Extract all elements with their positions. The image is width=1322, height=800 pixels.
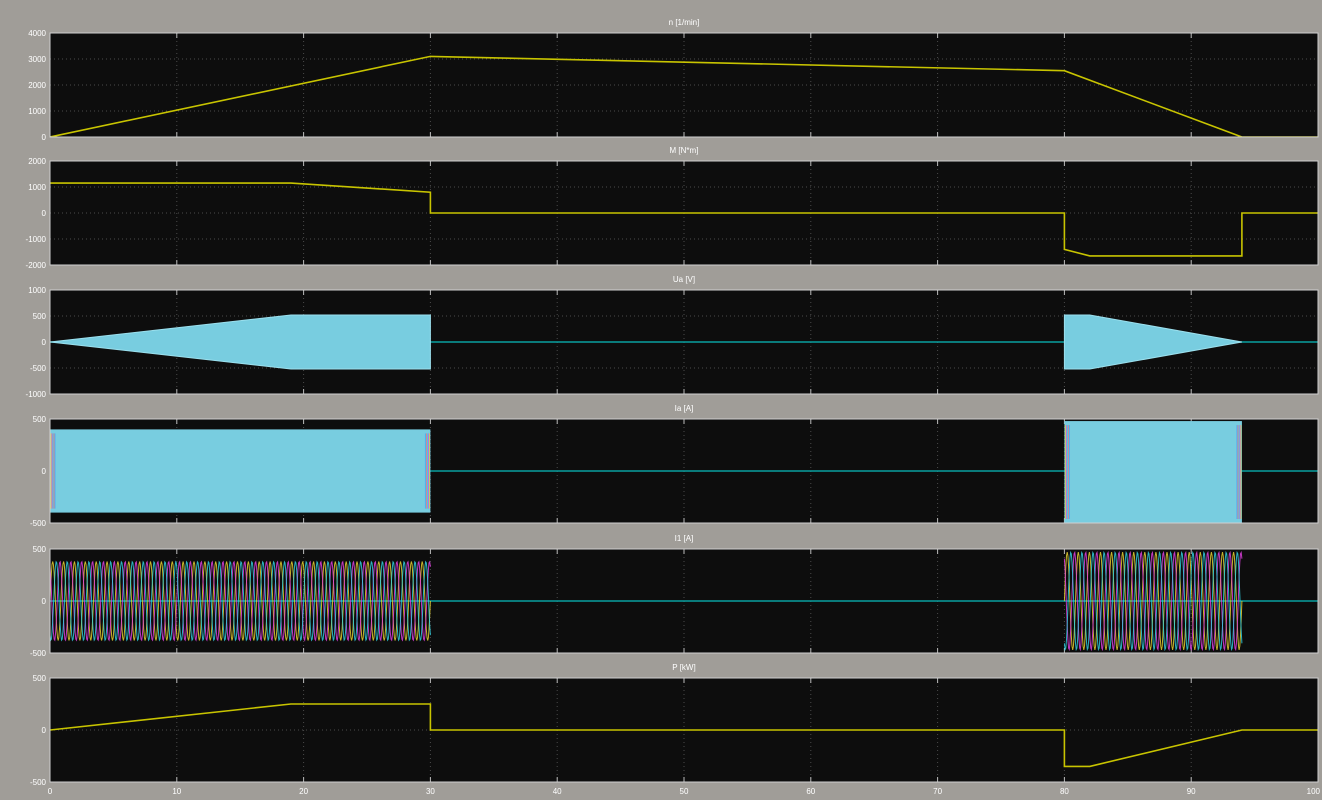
x-axis: 0 10 20 30 40 50 60 70 80 90 100 <box>48 787 1321 796</box>
y-tick-label: 4000 <box>28 29 46 38</box>
subplot-title: Ua [V] <box>673 275 695 284</box>
y-tick-label: 500 <box>33 545 47 554</box>
subplot-title: P [kW] <box>672 663 695 672</box>
y-tick-label: 0 <box>42 209 47 218</box>
y-tick-label: -500 <box>30 649 47 658</box>
current-band <box>50 429 431 513</box>
subplot-2: M [N*m] 2000 1000 0 -1000 -2000 <box>26 146 1319 270</box>
subplot-1: n [1/min] 4000 3000 2000 1000 0 <box>28 18 1319 142</box>
y-tick-label: 2000 <box>28 157 46 166</box>
y-tick-label: 3000 <box>28 55 46 64</box>
current-band <box>1064 421 1242 523</box>
subplot-3: Ua [V] 1000 500 0 -500 -1000 <box>26 275 1319 399</box>
subplot-title: Ia [A] <box>675 404 694 413</box>
scope-figure: n [1/min]40003000200010000M [N*m]2000100… <box>26 18 1321 796</box>
x-tick-label: 20 <box>299 787 308 796</box>
y-tick-label: 500 <box>33 415 47 424</box>
x-tick-label: 100 <box>1307 787 1321 796</box>
y-tick-label: -500 <box>30 364 47 373</box>
x-tick-label: 60 <box>806 787 815 796</box>
x-tick-label: 10 <box>172 787 181 796</box>
subplot-6: P [kW] 500 0 -500 <box>30 663 1319 787</box>
y-tick-label: -500 <box>30 519 47 528</box>
subplot-5: I1 [A] 500 0 -500 <box>30 534 1319 658</box>
y-tick-label: 0 <box>42 597 47 606</box>
y-tick-label: -500 <box>30 778 47 787</box>
x-tick-label: 70 <box>933 787 942 796</box>
subplot-4: Ia [A] 500 0 -500 <box>30 404 1319 528</box>
y-tick-label: -2000 <box>26 261 47 270</box>
subplot-title: n [1/min] <box>669 18 700 27</box>
subplot-title: M [N*m] <box>670 146 699 155</box>
y-tick-label: 500 <box>33 674 47 683</box>
x-tick-label: 30 <box>426 787 435 796</box>
y-tick-label: 2000 <box>28 81 46 90</box>
x-tick-label: 40 <box>553 787 562 796</box>
y-tick-label: 1000 <box>28 183 46 192</box>
x-tick-label: 0 <box>48 787 53 796</box>
x-tick-label: 50 <box>680 787 689 796</box>
y-tick-label: 1000 <box>28 286 46 295</box>
x-tick-label: 90 <box>1187 787 1196 796</box>
y-tick-label: 0 <box>42 467 47 476</box>
y-tick-label: 1000 <box>28 107 46 116</box>
y-tick-label: -1000 <box>26 390 47 399</box>
y-tick-label: 0 <box>42 338 47 347</box>
x-tick-label: 80 <box>1060 787 1069 796</box>
y-tick-label: 0 <box>42 133 47 142</box>
y-tick-label: -1000 <box>26 235 47 244</box>
y-tick-label: 0 <box>42 726 47 735</box>
y-tick-label: 500 <box>33 312 47 321</box>
subplot-title: I1 [A] <box>675 534 694 543</box>
